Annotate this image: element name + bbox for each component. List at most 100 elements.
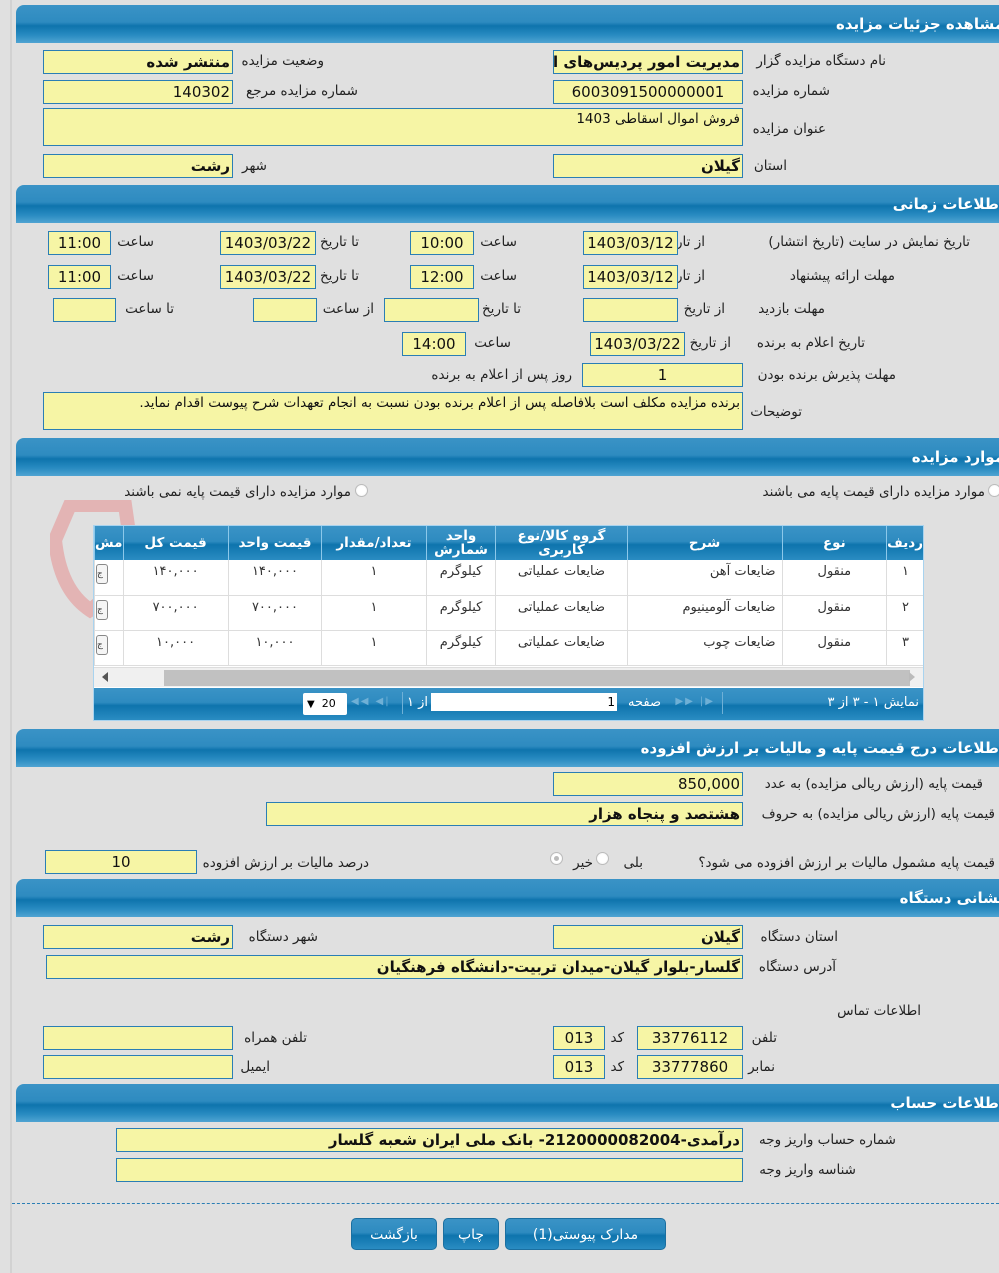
visit-label: مهلت بازدید xyxy=(758,301,825,317)
mobile-field[interactable] xyxy=(43,1026,233,1050)
visit-from-time[interactable] xyxy=(253,298,317,322)
page-size-select[interactable]: ▼ 20 xyxy=(303,693,347,715)
publish-to-date[interactable]: 1403/03/22 xyxy=(220,231,316,255)
table-row[interactable]: ۳ منقول ضایعات چوب ضایعات عملیاتی کیلوگر… xyxy=(94,630,923,666)
org-city-label: شهر دستگاه xyxy=(248,929,318,945)
col-header-type[interactable]: نوع xyxy=(781,526,887,560)
accept-days-field[interactable]: 1 xyxy=(582,363,743,387)
org-city-field[interactable]: رشت xyxy=(43,925,233,949)
title-field[interactable]: فروش اموال اسقاطی 1403 xyxy=(43,108,743,146)
mobile-label: تلفن همراه xyxy=(244,1030,307,1046)
publish-from-time[interactable]: 10:00 xyxy=(410,231,474,255)
account-number-label: شماره حساب واریز وجه xyxy=(758,1132,896,1148)
title-label: عنوان مزایده xyxy=(752,121,826,137)
account-number-field[interactable]: درآمدی-2120000082004- بانک ملی ایران شعب… xyxy=(116,1128,743,1152)
back-button[interactable]: بازگشت xyxy=(351,1218,437,1250)
radio-has-base-price[interactable] xyxy=(988,484,999,497)
radio-has-base-price-label: موارد مزایده دارای قیمت پایه می باشند xyxy=(762,484,985,500)
cell-unit-price: ۷۰۰,۰۰۰ xyxy=(227,595,322,631)
cell-unit-price: ۱۰,۰۰۰ xyxy=(227,630,322,666)
offer-to-date[interactable]: 1403/03/22 xyxy=(220,265,316,289)
auction-number-field[interactable]: 6003091500000001 xyxy=(553,80,743,104)
row-details-button[interactable]: ج xyxy=(96,564,108,584)
table-row[interactable]: ۱ منقول ضایعات آهن ضایعات عملیاتی کیلوگر… xyxy=(94,560,923,596)
status-field[interactable]: منتشر شده xyxy=(43,50,233,74)
city-label: شهر xyxy=(242,158,267,174)
cell-type: منقول xyxy=(781,630,887,666)
offer-from-date[interactable]: 1403/03/12 xyxy=(583,265,678,289)
phone-code-field[interactable]: 013 xyxy=(553,1026,605,1050)
radio-no-base-price[interactable] xyxy=(355,484,368,497)
attachments-button[interactable]: مدارک پیوستی(1) xyxy=(505,1218,666,1250)
col-header-unit[interactable]: واحد شمارش xyxy=(425,526,496,560)
base-price-words-label: قیمت پایه (ارزش ریالی مزایده) به حروف xyxy=(761,806,995,822)
pager-first-last-icon[interactable]: ▶| ▶▶ xyxy=(675,696,715,707)
publish-to-time[interactable]: 11:00 xyxy=(48,231,111,255)
base-price-number-label: قیمت پایه (ارزش ریالی مزایده) به عدد xyxy=(764,776,983,792)
accept-label: مهلت پذیرش برنده بودن xyxy=(757,367,896,383)
pager-separator xyxy=(722,692,723,714)
scrollbar-thumb[interactable] xyxy=(164,670,910,686)
section-header-pricing: اطلاعات درج قیمت پایه و مالیات بر ارزش ا… xyxy=(16,729,999,767)
province-label: استان xyxy=(753,158,787,174)
base-price-words-field[interactable]: هشتصد و پنجاه هزار xyxy=(266,802,743,826)
cell-unit: کیلوگرم xyxy=(425,595,496,631)
contact-info-label: اطلاعات تماس xyxy=(837,1003,921,1019)
print-button[interactable]: چاپ xyxy=(443,1218,499,1250)
payment-id-field[interactable] xyxy=(116,1158,743,1182)
pager-page-input[interactable]: 1 xyxy=(431,693,617,711)
email-field[interactable] xyxy=(43,1055,233,1079)
col-header-description[interactable]: شرح xyxy=(626,526,782,560)
city-field[interactable]: رشت xyxy=(43,154,233,178)
visit-to-date[interactable] xyxy=(384,298,479,322)
offer-from-time[interactable]: 12:00 xyxy=(410,265,474,289)
cell-group: ضایعات عملیاتی xyxy=(495,630,628,666)
row-details-button[interactable]: ج xyxy=(96,634,108,655)
ref-number-label: شماره مزایده مرجع xyxy=(246,83,358,99)
col-header-index[interactable]: ردیف xyxy=(886,526,923,560)
col-header-group[interactable]: گروه کالا/نوع کاربری xyxy=(495,526,628,560)
org-address-label: آدرس دستگاه xyxy=(758,959,836,975)
col-header-details[interactable]: مش xyxy=(94,526,123,560)
base-price-number-field[interactable]: 850,000 xyxy=(553,772,743,796)
publish-from-date[interactable]: 1403/03/12 xyxy=(583,231,678,255)
visit-to-time[interactable] xyxy=(53,298,116,322)
col-header-unit-price[interactable]: قیمت واحد xyxy=(227,526,322,560)
phone-field[interactable]: 33776112 xyxy=(637,1026,743,1050)
cell-quantity: ۱ xyxy=(321,630,427,666)
org-province-field[interactable]: گیلان xyxy=(553,925,743,949)
vat-yes-radio[interactable] xyxy=(596,852,609,865)
org-address-field[interactable]: گلسار-بلوار گیلان-میدان تربیت-دانشگاه فر… xyxy=(46,955,743,979)
col-header-quantity[interactable]: تعداد/مقدار xyxy=(321,526,427,560)
cell-total-price: ۱۰,۰۰۰ xyxy=(122,630,229,666)
announce-from-label: از تاریخ xyxy=(689,335,731,351)
scroll-left-arrow-icon[interactable] xyxy=(102,672,108,682)
horizontal-scrollbar[interactable] xyxy=(94,667,923,687)
fax-code-field[interactable]: 013 xyxy=(553,1055,605,1079)
fax-field[interactable]: 33777860 xyxy=(637,1055,743,1079)
visit-from-date[interactable] xyxy=(583,298,678,322)
email-label: ایمیل xyxy=(240,1059,270,1075)
vat-question-label: قیمت پایه مشمول مالیات بر ارزش افزوده می… xyxy=(698,855,995,871)
announce-date[interactable]: 1403/03/22 xyxy=(590,332,685,356)
cell-type: منقول xyxy=(781,595,887,631)
visit-to-time-label: تا ساعت xyxy=(125,301,174,317)
announce-time[interactable]: 14:00 xyxy=(402,332,466,356)
table-row[interactable]: ۲ منقول ضایعات آلومینیوم ضایعات عملیاتی … xyxy=(94,595,923,631)
row-details-button[interactable]: ج xyxy=(96,599,108,620)
cell-index: ۱ xyxy=(886,560,923,596)
pager-prev-first-icon[interactable]: |◀ ◀◀ xyxy=(351,696,391,707)
offer-to-time[interactable]: 11:00 xyxy=(48,265,111,289)
vat-no-radio[interactable] xyxy=(550,852,563,865)
description-field[interactable]: برنده مزایده مکلف است بلافاصله پس از اعل… xyxy=(43,392,743,430)
col-header-total-price[interactable]: قیمت کل xyxy=(122,526,229,560)
scroll-right-arrow-icon[interactable] xyxy=(909,672,915,682)
province-field[interactable]: گیلان xyxy=(553,154,743,178)
ref-number-field[interactable]: 140302 xyxy=(43,80,233,104)
radio-no-base-price-label: موارد مزایده دارای قیمت پایه نمی باشند xyxy=(124,484,351,500)
org-label: نام دستگاه مزایده گزار xyxy=(756,53,886,69)
section-header-details: مشاهده جزئیات مزایده xyxy=(16,5,999,43)
org-field[interactable]: مدیریت امور پردیس‌های اس xyxy=(553,50,743,74)
vat-percent-field[interactable]: 10 xyxy=(45,850,197,874)
fax-label: نمابر xyxy=(748,1059,775,1075)
